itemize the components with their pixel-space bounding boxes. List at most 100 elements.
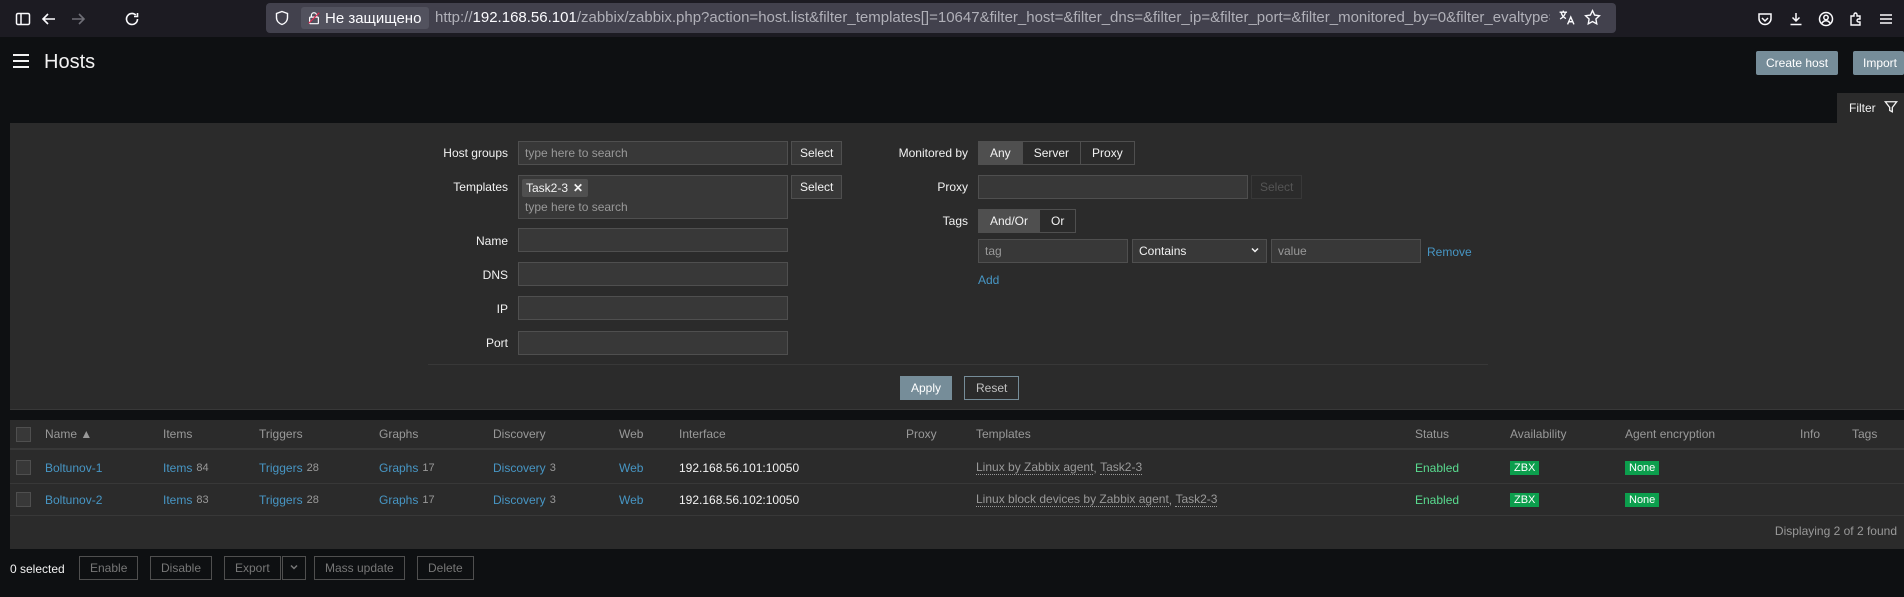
delete-button[interactable]: Delete <box>417 556 474 580</box>
remove-chip-icon[interactable]: ✕ <box>573 179 583 197</box>
dns-input[interactable] <box>518 262 788 286</box>
insecure-label: Не защищено <box>325 9 422 27</box>
tag-value-input[interactable] <box>1271 239 1421 263</box>
template-link[interactable]: Linux by Zabbix agent <box>976 460 1094 475</box>
interface-cell: 192.168.56.102:10050 <box>679 492 800 507</box>
shield-icon[interactable] <box>274 10 290 29</box>
templates-placeholder: type here to search <box>525 200 628 214</box>
templates-select-button[interactable]: Select <box>791 175 843 199</box>
tag-operator-select[interactable]: Contains <box>1132 239 1267 263</box>
column-discovery: Discovery <box>493 427 546 441</box>
monitored-by-server[interactable]: Server <box>1021 141 1082 165</box>
page-header: Hosts Create host Import <box>0 37 1904 87</box>
remove-tag-link[interactable]: Remove <box>1427 245 1472 259</box>
chevron-down-icon <box>1250 240 1260 262</box>
discovery-link[interactable]: Discovery <box>493 461 546 475</box>
import-button[interactable]: Import <box>1853 51 1904 75</box>
reload-icon[interactable] <box>119 6 145 32</box>
host-groups-input[interactable] <box>518 141 788 165</box>
disable-button[interactable]: Disable <box>150 556 213 580</box>
templates-cell: Linux by Zabbix agent, Task2-3 <box>976 460 1143 475</box>
account-icon[interactable] <box>1813 6 1839 32</box>
status-toggle[interactable]: Enabled <box>1415 484 1459 515</box>
discovery-link[interactable]: Discovery <box>493 493 546 507</box>
column-agent-encryption: Agent encryption <box>1625 427 1716 441</box>
filter-tab[interactable]: Filter <box>1837 93 1904 123</box>
row-checkbox[interactable] <box>16 492 31 507</box>
monitored-by-proxy[interactable]: Proxy <box>1080 141 1135 165</box>
reset-button[interactable]: Reset <box>964 376 1020 400</box>
apply-button[interactable]: Apply <box>900 376 953 400</box>
graphs-link[interactable]: Graphs <box>379 461 418 475</box>
monitored-by-group: Any Server Proxy <box>978 141 1135 165</box>
dns-label: DNS <box>482 268 508 282</box>
url-text[interactable]: http://192.168.56.101/zabbix/zabbix.php?… <box>435 9 1550 26</box>
template-chip: Task2-3 ✕ <box>522 179 589 197</box>
forward-icon[interactable] <box>65 6 91 32</box>
row-checkbox[interactable] <box>16 460 31 475</box>
ip-input[interactable] <box>518 296 788 320</box>
tag-input[interactable] <box>978 239 1128 263</box>
encryption-badge: None <box>1625 492 1660 507</box>
tags-mode-or[interactable]: Or <box>1039 209 1077 233</box>
status-toggle[interactable]: Enabled <box>1415 452 1459 483</box>
column-availability: Availability <box>1510 427 1567 441</box>
template-link[interactable]: Linux block devices by Zabbix agent <box>976 492 1169 507</box>
bookmark-star-icon[interactable] <box>1584 8 1601 29</box>
template-link[interactable]: Task2-3 <box>1175 492 1218 507</box>
export-dropdown-button[interactable] <box>282 556 306 580</box>
graphs-cell: Graphs 17 <box>379 484 435 515</box>
tags-mode-and-or[interactable]: And/Or <box>978 209 1041 233</box>
triggers-count: 28 <box>306 493 319 506</box>
pocket-icon[interactable] <box>1752 6 1778 32</box>
encryption-badge: None <box>1625 460 1660 475</box>
address-bar[interactable]: Не защищено http://192.168.56.101/zabbix… <box>266 3 1616 33</box>
templates-multiselect[interactable]: Task2-3 ✕ type here to search <box>518 175 788 219</box>
translate-icon[interactable] <box>1558 9 1575 29</box>
create-host-button[interactable]: Create host <box>1756 51 1839 75</box>
port-input[interactable] <box>518 331 788 355</box>
filter-panel <box>10 123 1904 410</box>
downloads-icon[interactable] <box>1783 6 1809 32</box>
back-icon[interactable] <box>36 6 62 32</box>
proxy-label: Proxy <box>937 180 968 194</box>
host-groups-select-button[interactable]: Select <box>791 141 843 165</box>
insecure-badge[interactable]: Не защищено <box>301 7 430 29</box>
select-all-checkbox[interactable] <box>16 426 31 442</box>
triggers-cell: Triggers 28 <box>259 452 319 483</box>
mass-update-button[interactable]: Mass update <box>314 556 405 580</box>
discovery-count: 3 <box>549 493 556 506</box>
host-name-link[interactable]: Boltunov-1 <box>45 452 102 483</box>
host-name-link[interactable]: Boltunov-2 <box>45 484 102 515</box>
items-link[interactable]: Items <box>163 461 192 475</box>
displaying-count: Displaying 2 of 2 found <box>1774 524 1897 538</box>
web-link[interactable]: Web <box>619 452 643 483</box>
column-status[interactable]: Status <box>1415 420 1449 448</box>
column-name[interactable]: Name ▲ <box>45 420 92 448</box>
column-graphs: Graphs <box>379 427 419 441</box>
proxy-input[interactable] <box>978 175 1248 199</box>
add-tag-link[interactable]: Add <box>978 273 999 287</box>
ip-label: IP <box>496 302 508 316</box>
app-menu-icon[interactable] <box>1873 6 1899 32</box>
proxy-select-button[interactable]: Select <box>1251 175 1303 199</box>
triggers-link[interactable]: Triggers <box>259 493 303 507</box>
name-input[interactable] <box>518 228 788 252</box>
filter-divider <box>428 364 1488 365</box>
sidebar-toggle-icon[interactable] <box>10 6 36 32</box>
interface-cell: 192.168.56.101:10050 <box>679 460 800 475</box>
templates-label: Templates <box>453 180 508 194</box>
monitored-by-any[interactable]: Any <box>978 141 1023 165</box>
items-link[interactable]: Items <box>163 493 192 507</box>
chevron-down-icon <box>290 564 298 570</box>
extensions-icon[interactable] <box>1843 6 1869 32</box>
graphs-link[interactable]: Graphs <box>379 493 418 507</box>
template-link[interactable]: Task2-3 <box>1100 460 1143 475</box>
export-button[interactable]: Export <box>224 556 281 580</box>
triggers-link[interactable]: Triggers <box>259 461 303 475</box>
hosts-table: Name ▲ Items Triggers Graphs Discovery W… <box>10 420 1904 549</box>
web-link[interactable]: Web <box>619 484 643 515</box>
hamburger-menu-icon[interactable] <box>13 54 29 68</box>
items-count: 84 <box>196 461 209 474</box>
enable-button[interactable]: Enable <box>79 556 139 580</box>
